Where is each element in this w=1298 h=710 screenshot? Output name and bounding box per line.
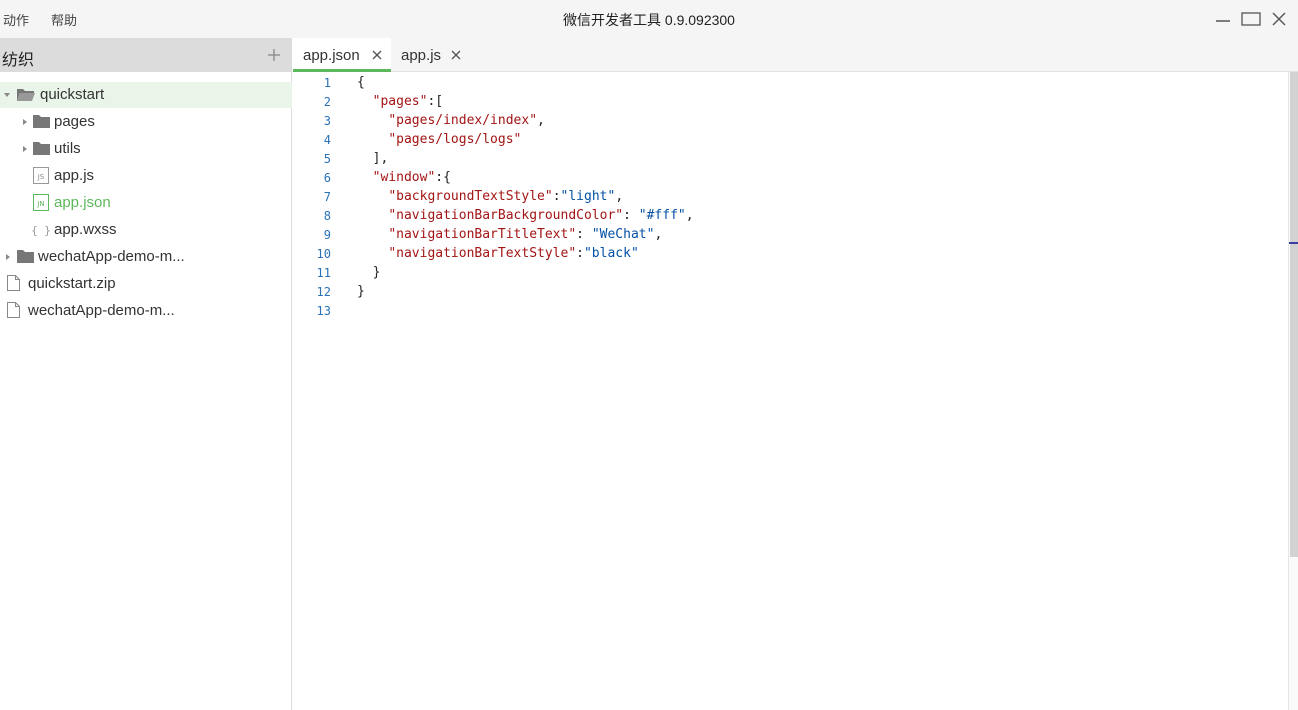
- caret-right-icon[interactable]: [21, 145, 29, 153]
- scrollbar-thumb[interactable]: [1290, 72, 1298, 557]
- explorer-header: 纺织: [0, 38, 291, 72]
- line-number: 7: [323, 190, 331, 204]
- tree-item-app-wxss[interactable]: { } app.wxss: [0, 217, 292, 243]
- code-line: }: [357, 284, 365, 299]
- code-line: "pages/logs/logs": [388, 132, 522, 147]
- code-line: "navigationBarBackgroundColor": "#fff",: [388, 208, 694, 223]
- code-editor[interactable]: 1 2 3 4 5 6 7 8 9 10 11 12 13 { "pages":…: [293, 72, 1298, 710]
- line-number: 1: [323, 76, 331, 90]
- close-tab-icon[interactable]: [371, 49, 383, 61]
- tree-item-label: wechatApp-demo-m...: [28, 302, 175, 319]
- tree-item-label: wechatApp-demo-m...: [38, 248, 185, 265]
- folder-icon: [33, 115, 50, 128]
- code-line: "pages":[: [372, 94, 444, 109]
- tree-item-app-json[interactable]: JN app.json: [0, 190, 292, 216]
- window-title: 微信开发者工具 0.9.092300: [563, 12, 735, 28]
- code-line: {: [357, 75, 365, 90]
- tree-item-wechatapp-demo-folder[interactable]: wechatApp-demo-m...: [0, 244, 292, 270]
- folder-icon: [33, 142, 50, 155]
- code-line: "window":{: [372, 170, 451, 185]
- tree-item-label: app.json: [54, 194, 111, 211]
- line-number: 13: [316, 304, 331, 318]
- line-number: 8: [323, 209, 331, 223]
- tree-item-wechatapp-demo-file[interactable]: wechatApp-demo-m...: [0, 298, 292, 324]
- maximize-button[interactable]: [1240, 8, 1262, 30]
- vertical-scrollbar[interactable]: [1288, 72, 1298, 710]
- tree-item-label: app.wxss: [54, 221, 117, 238]
- file-icon: [7, 302, 20, 318]
- line-number: 12: [316, 285, 331, 299]
- tree-item-quickstart-zip[interactable]: quickstart.zip: [0, 271, 292, 297]
- tab-app-json[interactable]: app.json: [293, 38, 391, 72]
- minimize-icon: [1216, 20, 1230, 22]
- close-button[interactable]: [1268, 8, 1290, 30]
- line-number: 11: [316, 266, 331, 280]
- code-line: }: [357, 265, 381, 280]
- menu-help[interactable]: 帮助: [51, 10, 77, 29]
- title-bar: 动作 帮助 微信开发者工具 0.9.092300: [0, 0, 1298, 38]
- code-line: "navigationBarTextStyle":"black": [388, 246, 639, 261]
- file-badge: { }: [32, 224, 50, 237]
- code-line: "backgroundTextStyle":"light",: [388, 189, 624, 204]
- file-explorer: 纺织 quickstart pages utils JS app.js JN a…: [0, 38, 292, 710]
- tree-item-label: quickstart: [40, 86, 105, 103]
- caret-right-icon[interactable]: [21, 118, 29, 126]
- close-icon: [1272, 12, 1286, 26]
- line-number: 2: [323, 95, 331, 109]
- caret-down-icon[interactable]: [3, 91, 11, 99]
- tree-item-utils[interactable]: utils: [0, 136, 292, 162]
- line-number: 5: [323, 152, 331, 166]
- minimize-button[interactable]: [1212, 8, 1234, 30]
- line-number: 4: [323, 133, 331, 147]
- line-number-gutter: 1 2 3 4 5 6 7 8 9 10 11 12 13: [293, 72, 331, 710]
- tree-item-label: pages: [54, 113, 95, 130]
- code-line: "pages/index/index",: [388, 113, 545, 128]
- line-number: 10: [316, 247, 331, 261]
- tree-item-app-js[interactable]: JS app.js: [0, 163, 292, 189]
- line-number: 6: [323, 171, 331, 185]
- tab-label: app.json: [303, 47, 360, 64]
- wxss-file-icon: { }: [32, 224, 50, 237]
- maximize-icon: [1241, 12, 1261, 26]
- tree-item-label: quickstart.zip: [28, 275, 116, 292]
- folder-icon: [17, 250, 34, 263]
- code-line: ],: [357, 151, 389, 166]
- caret-right-icon[interactable]: [4, 253, 12, 261]
- file-badge: JS: [37, 173, 45, 181]
- add-icon[interactable]: [266, 47, 282, 63]
- tree-item-label: app.js: [54, 167, 95, 184]
- file-badge: JN: [36, 200, 44, 208]
- tree-item-pages[interactable]: pages: [0, 109, 292, 135]
- tree-item-quickstart[interactable]: quickstart: [0, 82, 292, 108]
- line-number: 9: [323, 228, 331, 242]
- line-number: 3: [323, 114, 331, 128]
- folder-open-icon: [17, 89, 35, 101]
- code-line: "navigationBarTitleText": "WeChat",: [388, 227, 663, 242]
- tree-item-label: utils: [54, 140, 81, 157]
- tab-label: app.js: [401, 47, 442, 64]
- project-title: 纺织: [2, 52, 35, 69]
- close-tab-icon[interactable]: [450, 49, 462, 61]
- js-file-icon: JS: [33, 167, 49, 184]
- file-icon: [7, 275, 20, 291]
- tab-app-js[interactable]: app.js: [391, 38, 471, 72]
- json-file-icon: JN: [33, 194, 49, 211]
- editor-tabs: app.json app.js: [293, 38, 1298, 72]
- menu-action[interactable]: 动作: [3, 10, 29, 29]
- scrollbar-marker: [1289, 242, 1298, 244]
